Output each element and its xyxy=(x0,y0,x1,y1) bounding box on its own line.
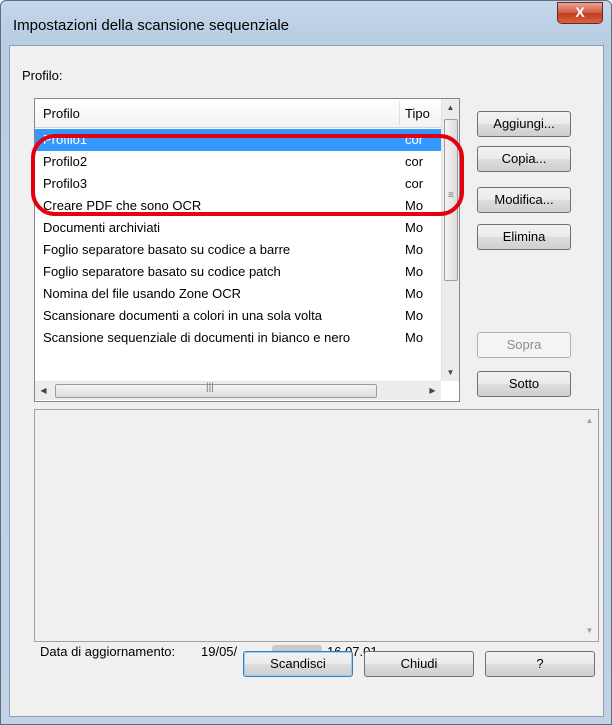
profile-type: Mo xyxy=(405,220,424,235)
profile-name: Foglio separatore basato su codice patch xyxy=(43,264,281,279)
list-header: Profilo Tipo xyxy=(35,99,441,128)
vertical-scroll-thumb[interactable]: ≡ xyxy=(444,119,458,281)
list-item[interactable]: Creare PDF che sono OCR Mo xyxy=(35,195,441,217)
list-item[interactable]: Scansione sequenziale di documenti in bi… xyxy=(35,327,441,349)
profile-name: Scansione sequenziale di documenti in bi… xyxy=(43,330,351,345)
profile-name: Foglio separatore basato su codice a bar… xyxy=(43,242,291,257)
window-title: Impostazioni della scansione sequenziale xyxy=(13,17,290,34)
delete-button[interactable]: Elimina xyxy=(477,224,571,250)
profile-name: Nomina del file usando Zone OCR xyxy=(43,286,241,301)
profile-description-box[interactable]: ▲ ▼ xyxy=(34,409,599,642)
list-horizontal-scrollbar[interactable]: ◀ ||| ▶ xyxy=(35,381,441,400)
profile-name: Documenti archiviati xyxy=(43,220,161,235)
grip-icon: ≡ xyxy=(448,190,454,201)
grip-icon: ||| xyxy=(206,382,214,393)
close-button[interactable]: Chiudi xyxy=(364,651,474,677)
scroll-up-arrow-icon[interactable]: ▲ xyxy=(581,412,598,429)
profile-label: Profilo: xyxy=(22,68,63,83)
list-item[interactable]: Nomina del file usando Zone OCR Mo xyxy=(35,283,441,305)
column-divider[interactable] xyxy=(399,101,400,125)
profile-type: Mo xyxy=(405,330,424,345)
scan-button[interactable]: Scandisci xyxy=(243,651,353,677)
list-item[interactable]: Profilo3 cor xyxy=(35,173,441,195)
horizontal-scroll-thumb[interactable]: ||| xyxy=(55,382,377,398)
list-item[interactable]: Documenti archiviati Mo xyxy=(35,217,441,239)
help-button[interactable]: ? xyxy=(485,651,595,677)
profile-name: Scansionare documenti a colori in una so… xyxy=(43,308,322,323)
profile-name: Profilo3 xyxy=(43,176,88,191)
scroll-left-arrow-icon[interactable]: ◀ xyxy=(35,382,52,400)
profile-type: cor xyxy=(405,154,424,169)
scroll-up-arrow-icon[interactable]: ▲ xyxy=(442,99,459,116)
profile-type: Mo xyxy=(405,242,424,257)
profile-type: cor xyxy=(405,176,424,191)
profile-list[interactable]: Profilo Tipo Profilo1 cor Profilo2 cor P… xyxy=(34,98,460,402)
column-header-type[interactable]: Tipo xyxy=(405,106,435,121)
profile-name: Profilo2 xyxy=(43,154,88,169)
profile-type: cor xyxy=(405,132,424,147)
profile-name: Profilo1 xyxy=(43,132,88,147)
scroll-down-arrow-icon[interactable]: ▼ xyxy=(581,622,598,639)
update-date-value: 19/05/ xyxy=(201,644,238,659)
list-item[interactable]: Foglio separatore basato su codice a bar… xyxy=(35,239,441,261)
list-vertical-scrollbar[interactable]: ▲ ≡ ▼ xyxy=(441,99,459,381)
scroll-right-arrow-icon[interactable]: ▶ xyxy=(424,382,441,400)
edit-button[interactable]: Modifica... xyxy=(477,187,571,213)
profile-type: Mo xyxy=(405,264,424,279)
profile-type: Mo xyxy=(405,198,424,213)
column-header-profile[interactable]: Profilo xyxy=(43,106,80,121)
move-up-button[interactable]: Sopra xyxy=(477,332,571,358)
title-bar[interactable]: Impostazioni della scansione sequenziale… xyxy=(1,1,611,45)
description-scrollbar[interactable]: ▲ ▼ xyxy=(581,410,598,641)
list-item[interactable]: Profilo2 cor xyxy=(35,151,441,173)
list-item[interactable]: Foglio separatore basato su codice patch… xyxy=(35,261,441,283)
profile-type: Mo xyxy=(405,308,424,323)
list-item[interactable]: Scansionare documenti a colori in una so… xyxy=(35,305,441,327)
update-date-label: Data di aggiornamento: xyxy=(40,644,176,659)
profile-name: Creare PDF che sono OCR xyxy=(43,198,202,213)
profile-type: Mo xyxy=(405,286,424,301)
scroll-down-arrow-icon[interactable]: ▼ xyxy=(442,364,459,381)
dialog-client-area: Profilo: Profilo Tipo Profilo1 cor Profi… xyxy=(9,45,604,717)
dialog-window: Impostazioni della scansione sequenziale… xyxy=(0,0,612,725)
list-item[interactable]: Profilo1 cor xyxy=(35,129,441,151)
close-window-button[interactable]: X xyxy=(557,2,603,24)
move-down-button[interactable]: Sotto xyxy=(477,371,571,397)
copy-button[interactable]: Copia... xyxy=(477,146,571,172)
add-button[interactable]: Aggiungi... xyxy=(477,111,571,137)
